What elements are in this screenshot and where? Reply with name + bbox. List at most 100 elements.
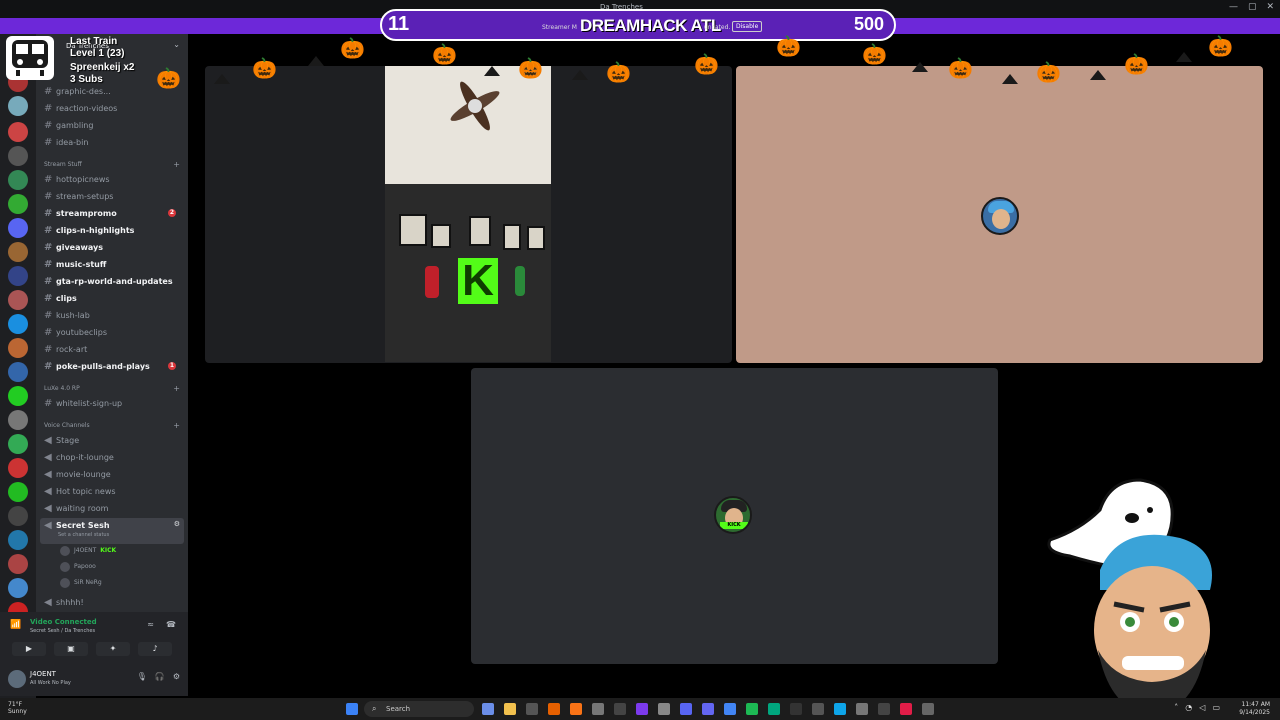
voice-status-subtitle[interactable]: Secret Sesh / Da Trenches (30, 628, 95, 634)
channel-item[interactable]: # stream-setups (44, 189, 184, 203)
server-icon[interactable] (8, 96, 28, 116)
server-icon[interactable] (8, 434, 28, 454)
maximize-button[interactable]: ▢ (1248, 2, 1257, 12)
chrome-icon[interactable] (724, 703, 736, 715)
app-icon[interactable] (592, 703, 604, 715)
gear-icon[interactable]: ⚙ (174, 520, 180, 528)
add-channel-icon[interactable]: + (173, 384, 180, 393)
category-voice[interactable]: Voice Channels (44, 422, 90, 429)
server-icon[interactable] (8, 146, 28, 166)
server-icon[interactable] (8, 122, 28, 142)
activity-button[interactable]: ✦ (96, 642, 130, 656)
microphone-icon[interactable]: 🎙 (137, 672, 147, 681)
voice-channel-item[interactable]: ◀ shhhh! (44, 595, 184, 609)
disconnect-icon[interactable]: ☎ (166, 620, 176, 629)
channel-item[interactable]: # giveaways (44, 240, 184, 254)
file-explorer-icon[interactable] (504, 703, 516, 715)
camera-button[interactable]: ▶ (12, 642, 46, 656)
app-icon[interactable] (614, 703, 626, 715)
add-channel-icon[interactable]: + (173, 160, 180, 169)
disable-button[interactable]: Disable (732, 21, 763, 32)
noise-suppression-icon[interactable]: ≈ (147, 620, 154, 629)
app-icon[interactable] (768, 703, 780, 715)
server-icon[interactable] (8, 338, 28, 358)
app-icon[interactable] (900, 703, 912, 715)
headphones-icon[interactable]: 🎧 (155, 672, 165, 681)
category-luxe[interactable]: LuXe 4.0 RP (44, 385, 80, 392)
channel-item[interactable]: # streampromo 2 (44, 206, 184, 220)
close-button[interactable]: ✕ (1266, 2, 1274, 12)
server-icon[interactable] (8, 506, 28, 526)
app-icon[interactable] (790, 703, 802, 715)
video-tile-user[interactable]: KICK (471, 368, 998, 664)
server-icon[interactable] (8, 242, 28, 262)
server-icon[interactable] (8, 290, 28, 310)
avatar[interactable] (8, 670, 26, 688)
app-icon[interactable] (812, 703, 824, 715)
chevron-down-icon[interactable]: ⌄ (173, 40, 180, 49)
channel-item[interactable]: # idea-bin (44, 135, 184, 149)
server-icon[interactable] (8, 410, 28, 430)
channel-item[interactable]: # youtubeclips (44, 325, 184, 339)
channel-item[interactable]: # hottopicnews (44, 172, 184, 186)
app-icon[interactable] (834, 703, 846, 715)
app-icon[interactable] (746, 703, 758, 715)
voice-channel-item[interactable]: ◀ Stage (44, 433, 184, 447)
app-icon[interactable] (878, 703, 890, 715)
signal-icon[interactable]: 📶 (10, 620, 21, 630)
server-icon[interactable] (8, 458, 28, 478)
voice-user[interactable]: SiR NeRg (60, 576, 102, 589)
voice-user[interactable]: Papooo (60, 560, 96, 573)
channel-item[interactable]: # gambling (44, 118, 184, 132)
gear-icon[interactable]: ⚙ (173, 672, 180, 681)
screen-share-button[interactable]: ▣ (54, 642, 88, 656)
weather-widget[interactable]: 71°F Sunny (8, 701, 27, 715)
app-icon[interactable] (482, 703, 494, 715)
voice-channel-item[interactable]: ◀ movie-lounge (44, 467, 184, 481)
voice-channel-item[interactable]: ◀ Hot topic news (44, 484, 184, 498)
server-icon[interactable] (8, 554, 28, 574)
volume-icon[interactable]: ◁ (1199, 703, 1205, 712)
app-icon[interactable] (526, 703, 538, 715)
chevron-up-icon[interactable]: ˄ (1174, 703, 1178, 712)
channel-item[interactable]: # clips-n-highlights (44, 223, 184, 237)
settings-icon[interactable] (856, 703, 868, 715)
server-icon[interactable] (8, 482, 28, 502)
server-icon[interactable] (8, 266, 28, 286)
channel-item[interactable]: # whitelist-sign-up (44, 396, 184, 410)
voice-user[interactable]: J4OENT KICK (60, 544, 116, 557)
server-icon[interactable] (8, 194, 28, 214)
server-icon[interactable] (8, 578, 28, 598)
app-icon[interactable] (658, 703, 670, 715)
voice-channel-item[interactable]: ◀ chop-it-lounge (44, 450, 184, 464)
server-icon[interactable] (8, 170, 28, 190)
channel-item[interactable]: # clips (44, 291, 184, 305)
active-voice-channel[interactable]: ◀ Secret Sesh (44, 518, 184, 532)
channel-item[interactable]: # kush-lab (44, 308, 184, 322)
server-icon[interactable] (8, 218, 28, 238)
channel-item[interactable]: # poke-pulls-and-plays 1 (44, 359, 184, 373)
server-icon[interactable] (8, 314, 28, 334)
video-tile-user[interactable] (736, 66, 1263, 363)
voice-channel-item[interactable]: ◀ waiting room (44, 501, 184, 515)
app-icon[interactable] (680, 703, 692, 715)
search-box[interactable]: ⌕ Search (364, 701, 474, 717)
server-icon[interactable] (8, 362, 28, 382)
server-icon[interactable] (8, 530, 28, 550)
firefox-icon[interactable] (548, 703, 560, 715)
channel-item[interactable]: # rock-art (44, 342, 184, 356)
app-icon[interactable] (636, 703, 648, 715)
clock[interactable]: 11:47 AM 9/14/2025 (1239, 701, 1270, 717)
channel-item[interactable]: # music-stuff (44, 257, 184, 271)
minimize-button[interactable]: — (1229, 2, 1238, 12)
category-stream-stuff[interactable]: Stream Stuff (44, 161, 82, 168)
battery-icon[interactable]: ▭ (1212, 703, 1220, 712)
soundboard-button[interactable]: ♪ (138, 642, 172, 656)
app-icon[interactable] (922, 703, 934, 715)
channel-item[interactable]: # reaction-videos (44, 101, 184, 115)
app-icon[interactable] (702, 703, 714, 715)
channel-status[interactable]: Set a channel status (58, 532, 109, 538)
add-channel-icon[interactable]: + (173, 421, 180, 430)
app-icon[interactable] (570, 703, 582, 715)
start-icon[interactable] (346, 703, 358, 715)
